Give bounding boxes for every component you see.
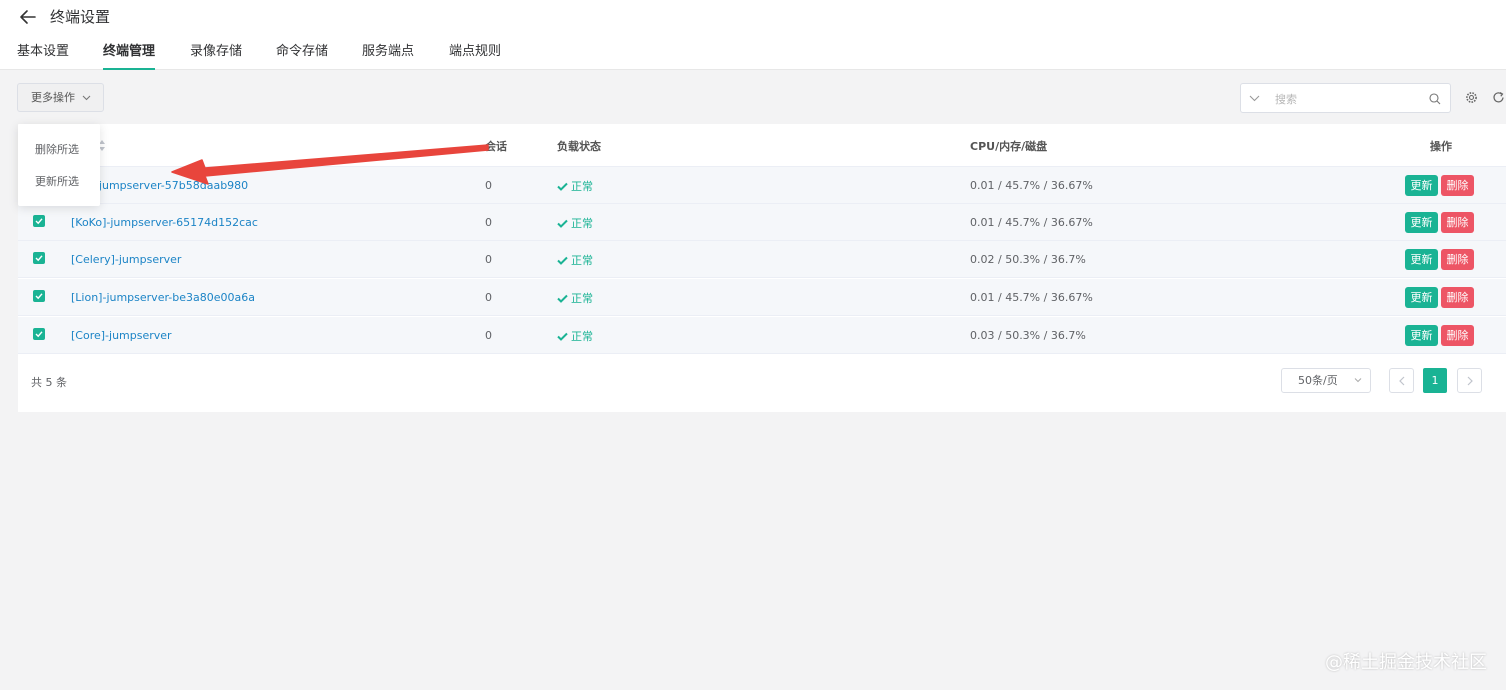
table-row: [Celery]-jumpserver 0 正常 0.02 / 50.3% / … — [18, 241, 1506, 278]
delete-button[interactable]: 删除 — [1441, 287, 1474, 308]
status-text: 正常 — [557, 178, 593, 194]
resource-usage: 0.01 / 45.7% / 36.67% — [970, 291, 1093, 304]
tab-command-storage[interactable]: 命令存储 — [276, 40, 328, 70]
watermark: @稀土掘金技术社区 — [1325, 652, 1487, 673]
column-header-resources: CPU/内存/磁盘 — [970, 140, 1048, 153]
chevron-left-icon — [1399, 376, 1405, 386]
checkmark-icon — [35, 331, 43, 338]
chevron-down-icon — [82, 95, 91, 101]
page-size-label: 50条/页 — [1298, 374, 1338, 387]
terminal-name-link[interactable]: [Celery]-jumpserver — [71, 253, 181, 266]
more-actions-label: 更多操作 — [31, 91, 75, 104]
check-icon — [557, 332, 568, 341]
table-row: nus]-jumpserver-57b58daab980 0 正常 0.01 /… — [18, 167, 1506, 204]
status-text: 正常 — [557, 328, 593, 344]
delete-button[interactable]: 删除 — [1441, 249, 1474, 270]
status-text: 正常 — [557, 290, 593, 306]
filter-chevron-down-icon[interactable] — [1249, 94, 1260, 103]
resource-usage: 0.02 / 50.3% / 36.7% — [970, 253, 1086, 266]
row-checkbox[interactable] — [33, 252, 45, 264]
delete-selected-menu-item[interactable]: 删除所选 — [35, 141, 79, 157]
search-box — [1240, 83, 1451, 113]
next-page-button[interactable] — [1457, 368, 1482, 393]
table-header: 会话 负载状态 CPU/内存/磁盘 操作 — [18, 124, 1506, 167]
check-icon — [557, 256, 568, 265]
update-button[interactable]: 更新 — [1405, 325, 1438, 346]
status-label: 正常 — [571, 180, 593, 193]
column-header-status: 负载状态 — [557, 140, 601, 153]
tab-endpoint-rules[interactable]: 端点规则 — [449, 40, 501, 70]
terminal-table-panel: 会话 负载状态 CPU/内存/磁盘 操作 nus]-jumpserver-57b… — [18, 124, 1506, 412]
chevron-down-icon — [1354, 378, 1362, 383]
checkmark-icon — [35, 293, 43, 300]
row-checkbox[interactable] — [33, 328, 45, 340]
page-size-select[interactable]: 50条/页 — [1281, 368, 1371, 393]
total-count: 共 5 条 — [31, 376, 67, 389]
resource-usage: 0.01 / 45.7% / 36.67% — [970, 216, 1093, 229]
update-button[interactable]: 更新 — [1405, 175, 1438, 196]
page-number-current[interactable]: 1 — [1423, 368, 1447, 393]
tab-endpoints[interactable]: 服务端点 — [362, 40, 414, 70]
status-label: 正常 — [571, 330, 593, 343]
session-count: 0 — [485, 329, 492, 342]
row-checkbox[interactable] — [33, 290, 45, 302]
search-icon[interactable] — [1429, 93, 1441, 105]
terminal-name-link[interactable]: [Lion]-jumpserver-be3a80e00a6a — [71, 291, 255, 304]
more-actions-dropdown: 删除所选 更新所选 — [18, 124, 100, 206]
page-header: 终端设置 基本设置 终端管理 录像存储 命令存储 服务端点 端点规则 — [0, 0, 1506, 70]
resource-usage: 0.03 / 50.3% / 36.7% — [970, 329, 1086, 342]
session-count: 0 — [485, 216, 492, 229]
check-icon — [557, 219, 568, 228]
tab-basic-settings[interactable]: 基本设置 — [17, 40, 69, 70]
resource-usage: 0.01 / 45.7% / 36.67% — [970, 179, 1093, 192]
page-title: 终端设置 — [50, 8, 111, 26]
refresh-icon[interactable] — [1492, 91, 1505, 104]
tab-replay-storage[interactable]: 录像存储 — [190, 40, 242, 70]
checkmark-icon — [35, 255, 43, 262]
update-button[interactable]: 更新 — [1405, 287, 1438, 308]
session-count: 0 — [485, 179, 492, 192]
status-label: 正常 — [571, 254, 593, 267]
delete-button[interactable]: 删除 — [1441, 175, 1474, 196]
update-button[interactable]: 更新 — [1405, 212, 1438, 233]
status-label: 正常 — [571, 292, 593, 305]
tab-terminal-management[interactable]: 终端管理 — [103, 40, 156, 70]
back-arrow-icon[interactable] — [18, 8, 38, 26]
delete-button[interactable]: 删除 — [1441, 212, 1474, 233]
status-text: 正常 — [557, 215, 593, 231]
column-header-actions: 操作 — [1430, 140, 1452, 153]
session-count: 0 — [485, 253, 492, 266]
more-actions-button[interactable]: 更多操作 — [17, 83, 104, 112]
gear-icon[interactable] — [1465, 91, 1478, 104]
status-text: 正常 — [557, 252, 593, 268]
checkmark-icon — [35, 218, 43, 225]
prev-page-button[interactable] — [1389, 368, 1414, 393]
update-selected-menu-item[interactable]: 更新所选 — [35, 173, 79, 189]
search-input[interactable] — [1273, 88, 1427, 110]
table-row: [Core]-jumpserver 0 正常 0.03 / 50.3% / 36… — [18, 317, 1506, 354]
table-row: [Lion]-jumpserver-be3a80e00a6a 0 正常 0.01… — [18, 279, 1506, 316]
chevron-right-icon — [1467, 376, 1473, 386]
delete-button[interactable]: 删除 — [1441, 325, 1474, 346]
row-checkbox[interactable] — [33, 215, 45, 227]
check-icon — [557, 182, 568, 191]
table-row: [KoKo]-jumpserver-65174d152cac 0 正常 0.01… — [18, 204, 1506, 241]
column-header-sessions: 会话 — [485, 140, 507, 153]
terminal-name-link[interactable]: [KoKo]-jumpserver-65174d152cac — [71, 216, 258, 229]
status-label: 正常 — [571, 217, 593, 230]
session-count: 0 — [485, 291, 492, 304]
terminal-name-link[interactable]: [Core]-jumpserver — [71, 329, 172, 342]
check-icon — [557, 294, 568, 303]
update-button[interactable]: 更新 — [1405, 249, 1438, 270]
